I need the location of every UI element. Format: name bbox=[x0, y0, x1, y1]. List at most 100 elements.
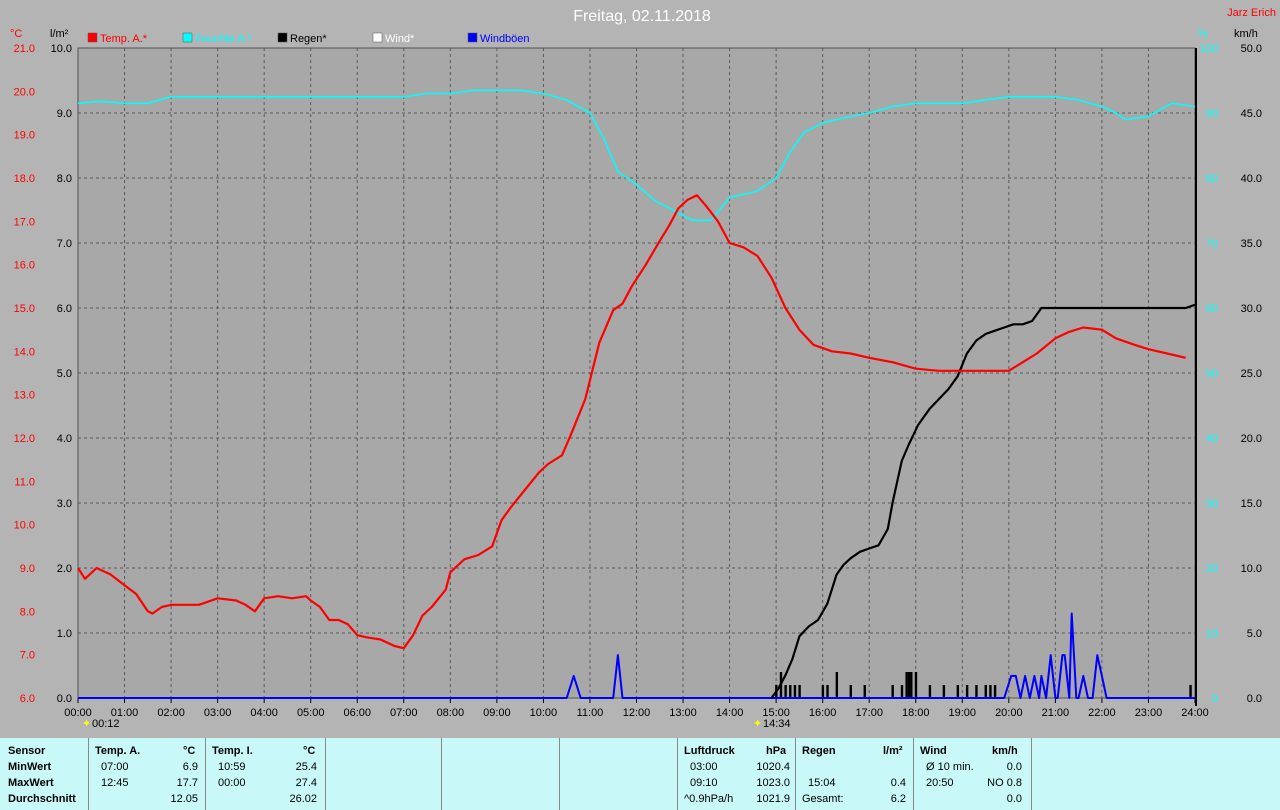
x-tick-label: 09:00 bbox=[483, 707, 511, 719]
divider bbox=[325, 738, 326, 810]
humidity-unit-label: % bbox=[1198, 28, 1208, 40]
x-tick-label: 11:00 bbox=[577, 707, 604, 719]
rain-interval-bar bbox=[863, 685, 866, 698]
chart-title: Freitag, 02.11.2018 bbox=[573, 8, 711, 25]
x-tick-label: 21:00 bbox=[1042, 707, 1070, 719]
wind-tick-label: 30.0 bbox=[1241, 303, 1262, 315]
temp-a-unit: °C bbox=[183, 745, 196, 757]
sunset-time: 14:34 bbox=[763, 718, 791, 730]
wind-avg-label: Ø 10 min. bbox=[926, 761, 974, 773]
moon-icon: ✦ bbox=[753, 718, 762, 730]
legend-label: Feuchte A.* bbox=[195, 33, 253, 45]
x-tick-label: 14:00 bbox=[716, 707, 744, 719]
rain-tick-label: 1.0 bbox=[57, 628, 72, 640]
rain-header: Regen bbox=[802, 745, 836, 757]
wind-unit-label: km/h bbox=[1234, 28, 1258, 40]
x-tick-label: 07:00 bbox=[390, 707, 418, 719]
humidity-tick-label: 0 bbox=[1212, 693, 1218, 705]
rain-interval-bar bbox=[984, 685, 987, 698]
humidity-tick-label: 100 bbox=[1200, 43, 1218, 55]
pressure-trend: ^0.9hPa/h bbox=[684, 793, 734, 805]
sunrise-time: 00:12 bbox=[92, 718, 120, 730]
legend-swatch bbox=[372, 32, 383, 43]
rain-interval-bar bbox=[900, 685, 904, 698]
rain-interval-bar bbox=[835, 672, 839, 698]
rain-interval-bar bbox=[849, 685, 852, 698]
rain-interval-bar bbox=[914, 672, 918, 698]
rain-unit: l/m² bbox=[883, 745, 903, 757]
rain-interval-bar bbox=[942, 685, 946, 698]
legend: Temp. A.* Feuchte A.* Regen* Wind* Windböen bbox=[87, 32, 530, 45]
rain-interval-bar bbox=[910, 672, 913, 698]
grid bbox=[78, 48, 1195, 698]
x-tick-label: 03:00 bbox=[204, 707, 232, 719]
x-tick-label: 24:00 bbox=[1181, 707, 1209, 719]
temp-tick-label: 9.0 bbox=[20, 563, 35, 575]
pressure-average: 1021.9 bbox=[756, 793, 790, 805]
statistics-table: Sensor MinWert MaxWert Durchschnitt Temp… bbox=[0, 738, 1280, 810]
rain-tick-label: 3.0 bbox=[57, 498, 72, 510]
wind-tick-label: 50.0 bbox=[1241, 43, 1262, 55]
divider bbox=[205, 738, 206, 810]
rain-interval-bar bbox=[956, 685, 960, 698]
wind-max-time: 20:50 bbox=[926, 777, 954, 789]
rain-interval-bar bbox=[789, 685, 792, 698]
rain-tick-label: 6.0 bbox=[57, 303, 72, 315]
temp-a-max-time: 12:45 bbox=[101, 777, 129, 789]
x-tick-label: 10:00 bbox=[530, 707, 558, 719]
rain-max-value: 0.4 bbox=[890, 777, 906, 789]
divider bbox=[1031, 738, 1032, 810]
temp-tick-label: 15.0 bbox=[14, 303, 35, 315]
x-tick-label: 19:00 bbox=[949, 707, 977, 719]
sunrise-marker: ✦ 00:12 bbox=[82, 718, 120, 730]
humidity-tick-label: 50 bbox=[1206, 368, 1218, 380]
rain-tick-label: 2.0 bbox=[57, 563, 72, 575]
x-tick-label: 04:00 bbox=[250, 707, 278, 719]
wind-max-value: NO 0.8 bbox=[987, 777, 1022, 789]
temp-tick-label: 21.0 bbox=[14, 43, 35, 55]
weather-chart: 00:00 01:00 02:00 03:00 04:00 05:00 06:00 07:00… bbox=[10, 7, 1276, 730]
x-tick-label: 18:00 bbox=[902, 707, 930, 719]
temp-i-max-value: 27.4 bbox=[295, 777, 317, 789]
x-tick-label: 13:00 bbox=[669, 707, 697, 719]
sunset-marker: ✦ 14:34 bbox=[753, 718, 791, 730]
temp-i-header: Temp. I. bbox=[212, 745, 253, 757]
legend-swatch bbox=[277, 32, 288, 43]
pressure-min-value: 1020.4 bbox=[756, 761, 790, 773]
rain-tick-label: 4.0 bbox=[57, 433, 72, 445]
x-tick-label: 12:00 bbox=[623, 707, 651, 719]
rain-interval-bar bbox=[993, 685, 997, 698]
rain-tick-label: 9.0 bbox=[57, 108, 72, 120]
temp-i-average: 26.02 bbox=[289, 793, 317, 805]
rain-interval-bar bbox=[975, 685, 978, 698]
rain-interval-bar bbox=[798, 685, 801, 698]
rain-tick-label: 8.0 bbox=[57, 173, 72, 185]
temp-a-header: Temp. A. bbox=[95, 745, 141, 757]
divider bbox=[913, 738, 914, 810]
wind-avg-value: 0.0 bbox=[1006, 761, 1022, 773]
rain-interval-bar bbox=[965, 685, 969, 698]
humidity-tick-label: 30 bbox=[1206, 498, 1218, 510]
x-tick-label: 06:00 bbox=[343, 707, 371, 719]
sun-icon: ✦ bbox=[82, 718, 91, 730]
temp-a-average: 12.05 bbox=[170, 793, 198, 805]
rain-tick-label: 0.0 bbox=[57, 693, 72, 705]
rain-tick-label: 7.0 bbox=[57, 238, 72, 250]
rain-interval-bar bbox=[928, 685, 932, 698]
humidity-tick-label: 10 bbox=[1206, 628, 1218, 640]
temp-a-min-value: 6.9 bbox=[182, 761, 198, 773]
rain-tick-label: 10.0 bbox=[51, 43, 72, 55]
temp-tick-label: 16.0 bbox=[14, 260, 35, 272]
x-tick-label: 22:00 bbox=[1088, 707, 1116, 719]
row-label-sensor: Sensor bbox=[8, 745, 46, 757]
legend-swatch bbox=[87, 32, 98, 43]
humidity-tick-label: 60 bbox=[1206, 303, 1218, 315]
temp-tick-label: 6.0 bbox=[20, 693, 35, 705]
rain-interval-bar bbox=[907, 672, 911, 698]
rain-total-value: 6.2 bbox=[890, 793, 906, 805]
legend-label: Temp. A.* bbox=[100, 33, 148, 45]
pressure-unit: hPa bbox=[766, 745, 787, 757]
temp-tick-label: 7.0 bbox=[20, 650, 35, 662]
divider bbox=[559, 738, 560, 810]
humidity-tick-label: 80 bbox=[1206, 173, 1218, 185]
